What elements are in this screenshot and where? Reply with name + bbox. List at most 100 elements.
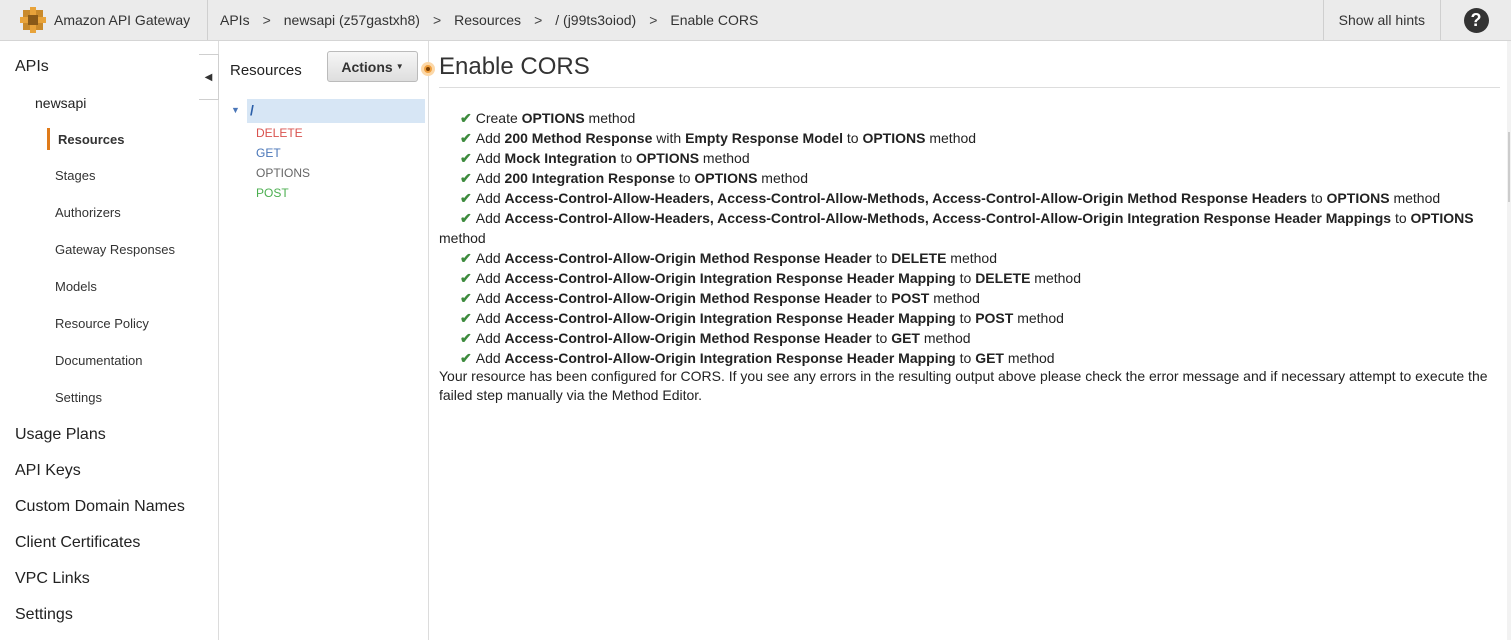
checkmark-icon: ✔ [460, 130, 472, 146]
checkmark-icon: ✔ [460, 210, 472, 226]
step-emphasis: DELETE [891, 250, 947, 266]
nav-custom-domain-names[interactable]: Custom Domain Names [15, 498, 185, 516]
checkmark-icon: ✔ [460, 250, 472, 266]
step-emphasis: Access-Control-Allow-Headers, Access-Con… [504, 190, 1308, 206]
cors-step: ✔ Add Access-Control-Allow-Origin Method … [439, 288, 1503, 308]
step-text: to [616, 150, 637, 166]
nav-authorizers[interactable]: Authorizers [55, 205, 121, 220]
page-title: Enable CORS [439, 53, 590, 80]
cors-step: ✔ Add Access-Control-Allow-Headers, Acces… [439, 188, 1503, 208]
step-text: to [871, 250, 892, 266]
nav-api-settings[interactable]: Settings [55, 390, 102, 405]
step-text: Add [475, 310, 505, 326]
step-text: method [929, 290, 980, 306]
step-emphasis: 200 Integration Response [504, 170, 675, 186]
nav-usage-plans[interactable]: Usage Plans [15, 426, 106, 444]
method-options[interactable]: OPTIONS [256, 166, 310, 180]
step-text: Add [475, 190, 505, 206]
cors-step: ✔ Add 200 Method Response with Empty Resp… [439, 128, 1503, 148]
step-emphasis: Access-Control-Allow-Origin Method Respo… [504, 250, 872, 266]
checkmark-icon: ✔ [460, 290, 472, 306]
step-text: Add [475, 350, 505, 366]
cors-step: ✔ Add Access-Control-Allow-Origin Integra… [439, 268, 1503, 288]
breadcrumb-resource[interactable]: / (j99ts3oiod) [555, 12, 636, 28]
checkmark-icon: ✔ [460, 170, 472, 186]
cors-step: ✔ Create OPTIONS method [439, 108, 1503, 128]
help-button[interactable]: ? [1441, 0, 1511, 40]
brand[interactable]: Amazon API Gateway [0, 0, 208, 40]
step-text: Add [475, 330, 505, 346]
checkmark-icon: ✔ [460, 190, 472, 206]
step-text: to [842, 130, 863, 146]
step-emphasis: Access-Control-Allow-Origin Integration … [504, 310, 956, 326]
top-bar: Amazon API Gateway APIs > newsapi (z57ga… [0, 0, 1511, 41]
nav-vpc-links[interactable]: VPC Links [15, 570, 90, 588]
step-text: method [925, 130, 977, 146]
nav-resource-policy[interactable]: Resource Policy [55, 316, 149, 331]
step-text: to [955, 310, 976, 326]
breadcrumb-resources[interactable]: Resources [454, 12, 521, 28]
breadcrumb-separator: > [432, 12, 442, 28]
step-text: Add [475, 130, 505, 146]
nav-resources[interactable]: Resources [58, 132, 124, 147]
step-text: Add [475, 150, 505, 166]
actions-button[interactable]: Actions ▼ [327, 51, 418, 82]
step-emphasis: Mock Integration [504, 150, 617, 166]
step-text: method [1389, 190, 1441, 206]
scrollbar[interactable] [1507, 41, 1511, 640]
step-emphasis: OPTIONS [694, 170, 758, 186]
nav-apis[interactable]: APIs [15, 58, 49, 76]
nav-client-certificates[interactable]: Client Certificates [15, 534, 140, 552]
step-text: method [919, 330, 971, 346]
step-text: method [1003, 350, 1055, 366]
step-text: method [699, 150, 750, 166]
method-delete[interactable]: DELETE [256, 126, 303, 140]
step-text: to [1391, 210, 1411, 226]
step-emphasis: Access-Control-Allow-Origin Method Respo… [504, 330, 872, 346]
method-post[interactable]: POST [256, 186, 289, 200]
step-text: Add [475, 270, 505, 286]
step-emphasis: Access-Control-Allow-Headers, Access-Con… [504, 210, 1392, 226]
breadcrumb-separator: > [262, 12, 271, 28]
cors-step: ✔ Add Access-Control-Allow-Headers, Acces… [439, 208, 1503, 248]
resources-title: Resources [230, 62, 302, 79]
show-all-hints-button[interactable]: Show all hints [1322, 0, 1441, 40]
nav-documentation[interactable]: Documentation [55, 353, 142, 368]
nav-models[interactable]: Models [55, 279, 97, 294]
step-emphasis: POST [891, 290, 930, 306]
collapse-panel-button[interactable]: ◀ [199, 54, 219, 100]
step-emphasis: Access-Control-Allow-Origin Integration … [504, 270, 956, 286]
breadcrumb-api[interactable]: newsapi (z57gastxh8) [284, 12, 420, 28]
cors-step: ✔ Add Mock Integration to OPTIONS method [439, 148, 1503, 168]
breadcrumb-apis[interactable]: APIs [220, 12, 250, 28]
nav-api-newsapi[interactable]: newsapi [35, 95, 86, 111]
step-emphasis: GET [891, 330, 920, 346]
scrollbar-thumb[interactable] [1508, 132, 1510, 202]
active-indicator [47, 128, 50, 150]
step-text: to [871, 290, 892, 306]
cors-steps-list: ✔ Create OPTIONS method ✔ Add 200 Method Re… [439, 108, 1503, 368]
checkmark-icon: ✔ [460, 310, 472, 326]
cors-step: ✔ Add Access-Control-Allow-Origin Integra… [439, 348, 1503, 368]
api-gateway-logo-icon [20, 7, 46, 33]
title-divider [439, 87, 1500, 88]
nav-settings[interactable]: Settings [15, 606, 73, 624]
tree-expand-icon[interactable]: ▼ [231, 105, 240, 115]
cors-step: ✔ Add 200 Integration Response to OPTIONS… [439, 168, 1503, 188]
step-text: to [674, 170, 695, 186]
cors-result-message: Your resource has been configured for CO… [439, 368, 1488, 403]
step-emphasis: Access-Control-Allow-Origin Integration … [504, 350, 956, 366]
step-emphasis: POST [975, 310, 1014, 326]
checkmark-icon: ✔ [460, 110, 472, 126]
step-emphasis: OPTIONS [1410, 210, 1474, 226]
nav-api-keys[interactable]: API Keys [15, 462, 81, 480]
step-emphasis: DELETE [975, 270, 1031, 286]
help-icon: ? [1463, 7, 1489, 33]
nav-stages[interactable]: Stages [55, 168, 95, 183]
method-get[interactable]: GET [256, 146, 281, 160]
nav-gateway-responses[interactable]: Gateway Responses [55, 242, 175, 257]
step-emphasis: OPTIONS [862, 130, 926, 146]
resource-root[interactable]: / [247, 99, 425, 123]
breadcrumb-separator: > [649, 12, 658, 28]
step-text: method [1013, 310, 1064, 326]
